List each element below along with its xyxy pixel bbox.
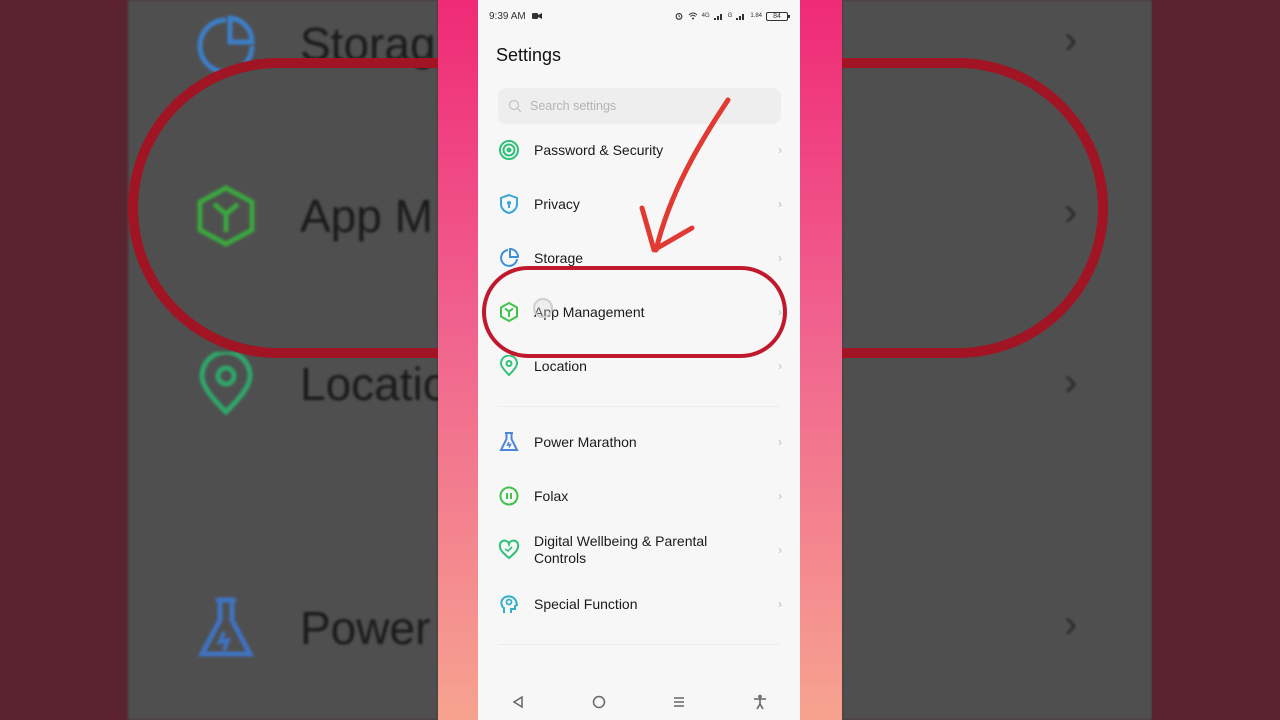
chevron-right-icon: › (778, 197, 782, 211)
zoomed-highlight-oval (128, 58, 438, 358)
network-g-label: G (727, 13, 733, 19)
network-4g-label: 4G (701, 13, 710, 19)
back-triangle-icon (512, 695, 523, 709)
home-circle-icon (592, 695, 605, 709)
background-edge (0, 0, 128, 720)
zoomed-location-text: Locatio (300, 358, 438, 410)
section-divider (498, 644, 780, 645)
chevron-right-icon: › (1064, 602, 1078, 646)
location-pin-icon (499, 355, 519, 377)
settings-item-digital-wellbeing[interactable]: Digital Wellbeing & Parental Controls › (478, 533, 800, 567)
search-placeholder: Search settings (530, 99, 617, 113)
background-edge (1152, 0, 1280, 720)
status-bar: 9:39 AM 4G G 1.84 84 (478, 0, 800, 32)
signal-icon (736, 14, 745, 20)
accessibility-button[interactable] (748, 690, 772, 714)
recents-button[interactable] (667, 690, 691, 714)
section-divider (498, 406, 780, 407)
settings-item-label: Power Marathon (534, 433, 637, 450)
settings-item-folax[interactable]: Folax › (478, 485, 800, 507)
settings-item-power-marathon[interactable]: Power Marathon › (478, 431, 800, 453)
status-time: 9:39 AM (489, 10, 526, 22)
touch-indicator (533, 298, 553, 318)
back-button[interactable] (506, 690, 530, 714)
location-pin-icon (199, 352, 253, 416)
settings-item-label: Location (534, 357, 587, 374)
battery-icon: 84 (766, 11, 790, 21)
chevron-right-icon: › (778, 359, 782, 373)
chevron-right-icon: › (778, 597, 782, 611)
chevron-right-icon: › (778, 543, 782, 557)
search-icon (508, 99, 522, 113)
folax-icon (499, 486, 519, 506)
chevron-right-icon: › (778, 489, 782, 503)
menu-lines-icon (674, 697, 685, 707)
pie-chart-icon (500, 247, 520, 267)
alarm-icon (675, 12, 683, 20)
settings-item-label: Special Function (534, 595, 638, 612)
video-record-icon (531, 13, 542, 19)
red-arrow-annotation (639, 97, 731, 253)
wifi-icon (688, 12, 697, 20)
chevron-right-icon: › (1064, 360, 1078, 404)
settings-item-location[interactable]: Location › (478, 355, 800, 377)
accessibility-icon (753, 694, 766, 710)
chevron-right-icon: › (1064, 18, 1078, 62)
settings-item-label: Digital Wellbeing & Parental Controls (534, 533, 708, 566)
page-title: Settings (496, 45, 562, 65)
home-button[interactable] (587, 690, 611, 714)
settings-item-special-function[interactable]: Special Function › (478, 593, 800, 615)
password-icon (499, 140, 519, 160)
highlight-oval-annotation (482, 266, 787, 358)
background-right: › › › › (842, 0, 1280, 720)
chevron-right-icon: › (778, 435, 782, 449)
flask-icon (197, 597, 255, 657)
zoomed-power-text: Power (300, 602, 431, 654)
chevron-right-icon: › (778, 251, 782, 265)
navigation-bar (478, 684, 800, 720)
head-icon (500, 595, 519, 613)
shield-icon (500, 193, 518, 215)
signal-icon (713, 14, 722, 20)
heart-icon (498, 539, 520, 560)
settings-item-label: Folax (534, 487, 569, 504)
chevron-right-icon: › (778, 143, 782, 157)
background-left: Storag App M Locatio Power (0, 0, 438, 720)
flask-icon (499, 432, 519, 451)
network-speed: 1.84 (750, 13, 762, 19)
